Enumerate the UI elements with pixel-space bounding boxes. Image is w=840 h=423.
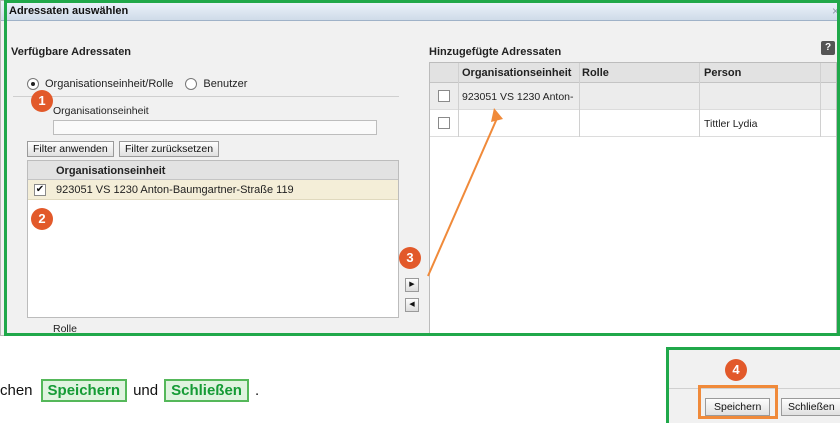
instruction-prefix: chen	[0, 381, 33, 399]
step-badge-2: 2	[31, 208, 53, 230]
instruction-save: Speichern	[40, 378, 128, 402]
close-button[interactable]: Schließen	[781, 398, 840, 416]
step-badge-3: 3	[399, 247, 421, 269]
step-badge-1: 1	[31, 90, 53, 112]
instruction-middle: und	[133, 381, 159, 399]
instruction-suffix: .	[254, 381, 260, 399]
dialog-footer: Speichern Schließen	[666, 347, 840, 423]
instruction-close: Schließen	[164, 378, 249, 402]
step-badge-4: 4	[725, 359, 747, 381]
footer-divider	[669, 388, 840, 389]
instruction-text: chen Speichern und Schließen .	[0, 378, 259, 402]
save-button[interactable]: Speichern	[705, 398, 771, 416]
